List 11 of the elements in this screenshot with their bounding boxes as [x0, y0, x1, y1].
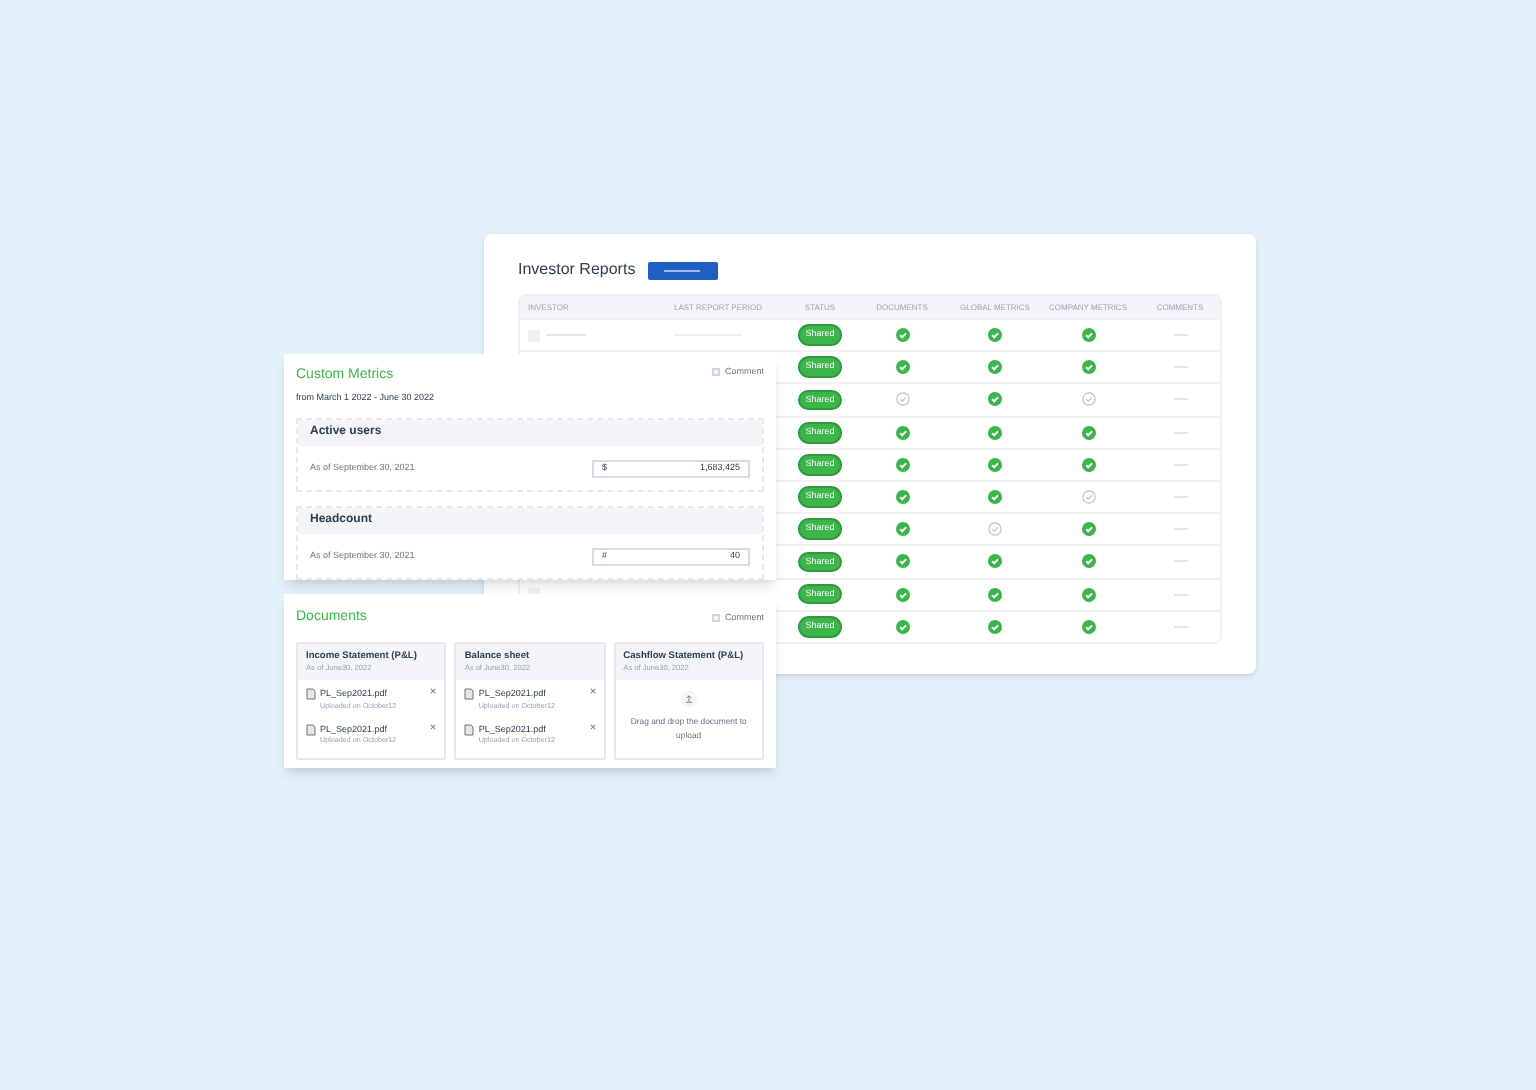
close-icon[interactable]: [589, 688, 596, 695]
close-icon[interactable]: [430, 688, 437, 695]
close-icon[interactable]: [589, 723, 596, 730]
upload-icon[interactable]: [679, 690, 698, 709]
document-icon: [464, 688, 475, 701]
primary-button[interactable]: [647, 261, 718, 279]
document-icon: [306, 688, 316, 701]
panel-title: Investor Reports: [518, 258, 636, 282]
close-icon[interactable]: [430, 723, 437, 730]
document-icon: [464, 723, 475, 736]
document-icon: [306, 723, 316, 736]
